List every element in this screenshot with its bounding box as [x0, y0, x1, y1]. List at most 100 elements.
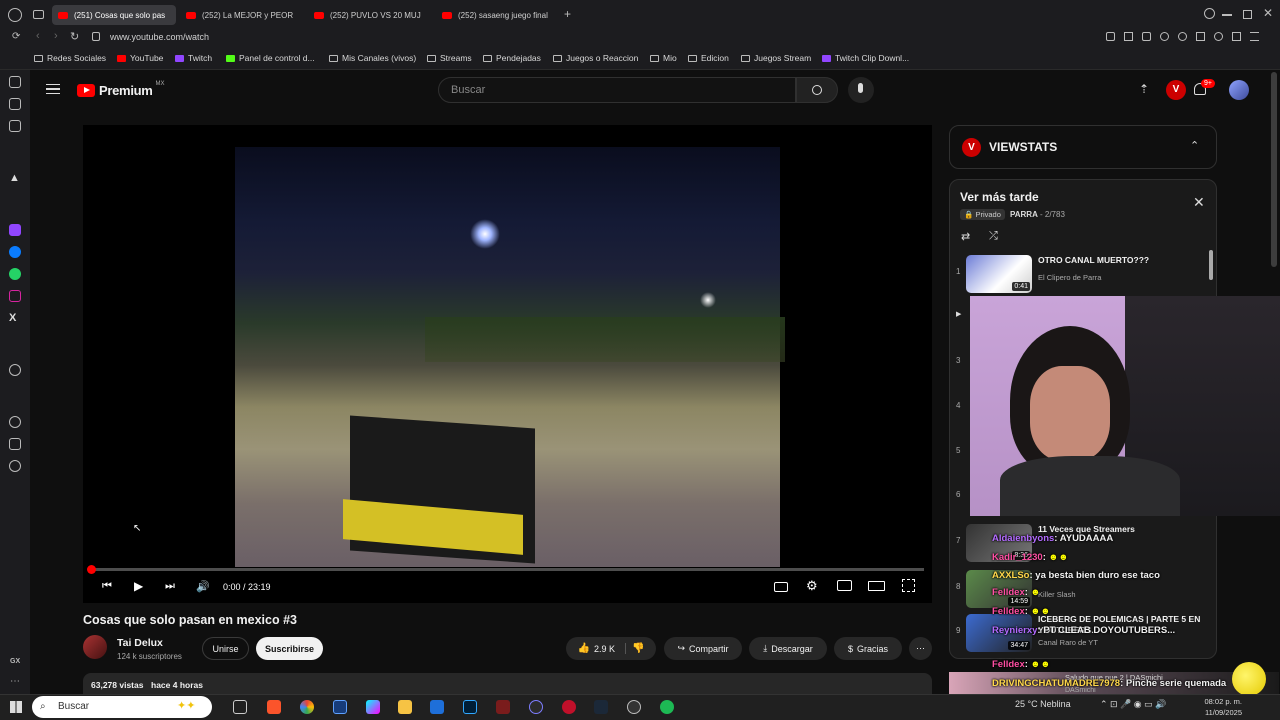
bookmark-juegos-stream[interactable]: Juegos Stream: [741, 53, 811, 63]
file-explorer-icon[interactable]: [398, 700, 412, 714]
tab-1[interactable]: (251) Cosas que solo pas: [52, 5, 176, 25]
reload-history-icon[interactable]: ⟳: [12, 31, 20, 42]
share-button[interactable]: ↪ Compartir: [664, 637, 742, 660]
whatsapp-icon[interactable]: [9, 268, 21, 280]
bookmark-redes-sociales[interactable]: Redes Sociales: [34, 53, 106, 63]
bookmark-pendejadas[interactable]: Pendejadas: [483, 53, 541, 63]
app-circle-icon[interactable]: [627, 700, 641, 714]
maximize-icon[interactable]: [1243, 10, 1252, 19]
viewstats-panel[interactable]: V VIEWSTATS ⌃: [949, 125, 1217, 169]
bookmark-mio[interactable]: Mio: [650, 53, 677, 63]
tab-4[interactable]: (252) sasaeng juego final: [436, 5, 558, 25]
snapshot-icon[interactable]: [1124, 32, 1133, 41]
minimize-icon[interactable]: [1222, 14, 1232, 16]
close-playlist-icon[interactable]: ✕: [1193, 194, 1205, 211]
player-icon[interactable]: [9, 364, 21, 376]
copilot-icon[interactable]: [366, 700, 380, 714]
like-count[interactable]: 2.9 K: [594, 644, 615, 654]
bookmark-twitch[interactable]: Twitch: [175, 53, 212, 63]
opera-gx-icon[interactable]: [562, 700, 576, 714]
join-button[interactable]: Unirse: [202, 637, 249, 660]
voice-search-button[interactable]: [848, 77, 874, 103]
upload-icon[interactable]: ⇡: [1139, 82, 1149, 96]
workspaces-icon[interactable]: [33, 10, 44, 19]
loop-icon[interactable]: ⇄: [961, 230, 970, 243]
theater-mode-icon[interactable]: [868, 581, 885, 591]
steam-icon[interactable]: [594, 700, 608, 714]
viewstats-extension-icon[interactable]: V: [1166, 80, 1186, 100]
taskbar-search-box[interactable]: ⌕ Buscar ✦✦: [32, 696, 212, 718]
weather-widget[interactable]: 25 °C Neblina: [1015, 699, 1071, 709]
windows-start-icon[interactable]: [10, 701, 22, 713]
bookmark-juegos-reaccion[interactable]: Juegos o Reaccion: [553, 53, 638, 63]
photoshop-icon[interactable]: [463, 700, 477, 714]
tab-2[interactable]: (252) La MEJOR y PEOR: [180, 5, 302, 25]
playlist-item[interactable]: 1 0:41 OTRO CANAL MUERTO??? El Clipero d…: [950, 253, 1210, 297]
bookmark-youtube[interactable]: YouTube: [117, 53, 163, 63]
vegas-icon[interactable]: [333, 700, 347, 714]
thumbs-down-icon[interactable]: 👎: [625, 643, 644, 654]
video-player[interactable]: ↖: [83, 125, 932, 603]
subtitles-icon[interactable]: [774, 582, 788, 592]
x-icon[interactable]: X: [9, 312, 21, 324]
app-m-icon[interactable]: [496, 700, 510, 714]
search-input[interactable]: Buscar: [438, 77, 796, 103]
extensions-puzzle-icon[interactable]: [1196, 32, 1205, 41]
extensions-icon[interactable]: [9, 438, 21, 450]
fullscreen-icon[interactable]: [902, 579, 915, 592]
bookmark-panel[interactable]: Panel de control d...: [226, 53, 315, 63]
shield-icon[interactable]: [1142, 32, 1151, 41]
playlist-owner[interactable]: PARRA: [1010, 210, 1038, 219]
settings-gear-icon[interactable]: [9, 460, 21, 472]
bookmark-twitch-clip[interactable]: Twitch Clip Downl...: [822, 53, 909, 63]
system-tray-icons[interactable]: ⌃ ⊡ 🎤 ◉ ▭ 🔊: [1100, 699, 1166, 710]
bookmark-mis-canales[interactable]: Mis Canales (vivos): [329, 53, 416, 63]
twitch-icon[interactable]: [9, 224, 21, 236]
youtube-premium-logo[interactable]: Premium MX: [77, 81, 165, 98]
messenger-icon[interactable]: [9, 246, 21, 258]
more-icon[interactable]: ⋯: [10, 676, 20, 687]
instagram-icon[interactable]: [9, 290, 21, 302]
new-tab-icon[interactable]: +: [564, 7, 571, 21]
gamepad-icon[interactable]: [9, 98, 21, 110]
chrome-icon[interactable]: [300, 700, 314, 714]
download-button[interactable]: ⤓ Descargar: [749, 637, 827, 660]
more-actions-icon[interactable]: ⋯: [909, 637, 932, 660]
download-icon[interactable]: [1232, 32, 1241, 41]
reload-icon[interactable]: ↻: [70, 30, 79, 43]
url-text[interactable]: www.youtube.com/watch: [110, 32, 209, 42]
thumbs-up-icon[interactable]: 👍: [578, 643, 590, 654]
obs-icon[interactable]: [529, 700, 543, 714]
brave-icon[interactable]: [267, 700, 281, 714]
pin-icon[interactable]: [1106, 32, 1115, 41]
heart-icon[interactable]: [1178, 32, 1187, 41]
bag-icon[interactable]: [9, 76, 21, 88]
channel-name[interactable]: Tai Delux: [117, 637, 163, 649]
messenger-m-icon[interactable]: [9, 120, 21, 132]
close-window-icon[interactable]: ✕: [1263, 6, 1273, 20]
player-control-icon[interactable]: [1160, 32, 1169, 41]
chevron-up-icon[interactable]: ⌃: [1190, 139, 1199, 152]
hamburger-menu-icon[interactable]: [46, 84, 60, 94]
wallet-icon[interactable]: [1214, 32, 1223, 41]
next-icon[interactable]: ⏭: [165, 580, 175, 593]
miniplayer-icon[interactable]: [837, 580, 852, 591]
gx-icon[interactable]: GX: [10, 658, 20, 665]
store-icon[interactable]: [430, 700, 444, 714]
playlist-title[interactable]: Ver más tarde: [960, 190, 1039, 204]
history-icon[interactable]: [9, 416, 21, 428]
back-icon[interactable]: ‹: [36, 30, 40, 42]
settings-icon[interactable]: ⚙: [806, 578, 818, 594]
progress-bar[interactable]: [90, 568, 924, 571]
search-button[interactable]: [796, 77, 838, 103]
thanks-button[interactable]: $ Gracias: [834, 637, 902, 660]
account-avatar[interactable]: [1229, 80, 1249, 100]
subscribe-button[interactable]: Suscribirse: [256, 637, 323, 660]
page-scrollbar[interactable]: [1271, 72, 1277, 267]
bookmark-streams[interactable]: Streams: [427, 53, 472, 63]
shuffle-icon[interactable]: ⤮: [989, 230, 998, 243]
playlist-item[interactable]: 7 8:36 11 Veces que Streamers: [950, 522, 1210, 566]
previous-icon[interactable]: ⏮: [102, 580, 112, 593]
spotify-icon[interactable]: [660, 700, 674, 714]
search-tabs-icon[interactable]: [1204, 8, 1215, 19]
